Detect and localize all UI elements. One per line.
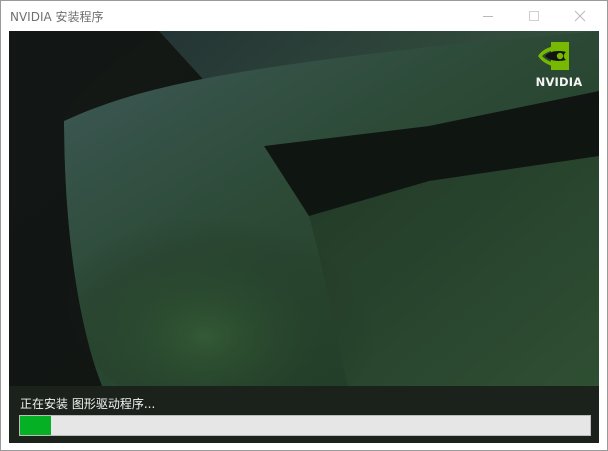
minimize-button[interactable] (465, 1, 511, 31)
background-artwork (9, 31, 599, 443)
progress-fill (20, 416, 52, 435)
install-status-text: 正在安装 图形驱动程序... (20, 397, 156, 411)
installer-banner: NVIDIA 正在安装 图形驱动程序... (9, 31, 599, 443)
title-bar[interactable]: NVIDIA 安装程序 (1, 1, 607, 31)
install-progress-bar (19, 415, 591, 436)
installer-window: NVIDIA 安装程序 NVIDIA 正在安装 图形驱动程序... (0, 0, 608, 451)
window-title: NVIDIA 安装程序 (10, 10, 104, 24)
nvidia-eye-icon (538, 42, 569, 70)
minimize-icon (483, 16, 493, 17)
nvidia-logo: NVIDIA (530, 39, 588, 89)
maximize-button[interactable] (511, 1, 557, 31)
close-button[interactable] (557, 1, 603, 31)
maximize-icon (529, 11, 539, 21)
nvidia-wordmark: NVIDIA (535, 75, 583, 89)
close-icon (574, 10, 586, 22)
